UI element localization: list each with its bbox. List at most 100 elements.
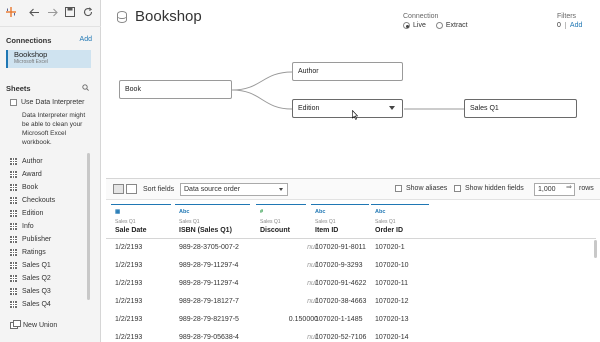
number-icon[interactable]: #	[260, 209, 310, 216]
table-icon	[10, 184, 17, 191]
table-icon	[10, 210, 17, 217]
column-header-item-id[interactable]: Abc Sales Q1 Item ID	[315, 202, 373, 238]
column-name: Order ID	[375, 227, 404, 234]
sheet-item-label: Info	[22, 223, 34, 230]
column-source: Sales Q1	[260, 219, 281, 225]
sheet-item[interactable]: Edition	[10, 207, 90, 220]
join-lines	[231, 71, 464, 110]
column-name: Sale Date	[115, 227, 147, 234]
table-cell: 107020-91-8011	[315, 244, 366, 251]
sheet-item[interactable]: Sales Q4	[10, 298, 90, 311]
column-header-sale-date[interactable]: ▦ Sales Q1 Sale Date	[115, 202, 175, 238]
new-union-item[interactable]: New Union	[10, 320, 58, 329]
rows-value: 1,000	[538, 186, 556, 193]
sheet-item[interactable]: Info	[10, 220, 90, 233]
table-book-label: Book	[125, 86, 141, 93]
table-cell: 107020-9-3293	[315, 262, 363, 269]
grid-toolbar: Sort fields Data source order Show alias…	[106, 178, 600, 200]
sheet-item-label: Sales Q1	[22, 262, 51, 269]
table-cell: 1/2/2193	[115, 334, 143, 341]
table-cell: 107020-52-7106	[315, 334, 367, 341]
sheet-item-label: Edition	[22, 210, 44, 217]
sheet-item[interactable]: Sales Q3	[10, 285, 90, 298]
column-source: Sales Q1	[179, 219, 200, 225]
chevron-down-icon[interactable]	[389, 106, 395, 110]
rows-label: rows	[579, 185, 594, 192]
column-source: Sales Q1	[315, 219, 336, 225]
sheet-item[interactable]: Ratings	[10, 246, 90, 259]
sheet-item[interactable]: Publisher	[10, 233, 90, 246]
table-sales-q1[interactable]: Sales Q1	[464, 99, 577, 118]
table-icon	[10, 262, 17, 269]
show-aliases-checkbox[interactable]: Show aliases	[395, 185, 447, 192]
table-sales-q1-label: Sales Q1	[470, 105, 499, 112]
table-cell: 107020-13	[375, 316, 409, 323]
grid-scrollbar[interactable]	[594, 240, 597, 258]
table-cell: 989-28-79-82197-5	[179, 316, 239, 323]
column-header-isbn[interactable]: Abc Sales Q1 ISBN (Sales Q1)	[179, 202, 254, 238]
table-icon	[10, 301, 17, 308]
arrow-right-icon[interactable]: ⇒	[566, 183, 572, 191]
column-header-order-id[interactable]: Abc Sales Q1 Order ID	[375, 202, 433, 238]
grid-view-icon[interactable]	[113, 184, 124, 194]
table-edition[interactable]: Edition	[292, 99, 403, 118]
union-icon	[10, 320, 21, 329]
table-cell: 1/2/2193	[115, 280, 143, 287]
column-header-discount[interactable]: # Sales Q1 Discount	[260, 202, 310, 238]
table-cell: null	[307, 280, 318, 287]
table-cell: null	[307, 298, 318, 305]
sheet-item-label: Checkouts	[22, 197, 56, 204]
column-source: Sales Q1	[375, 219, 396, 225]
table-cell: 107020-1-1485	[315, 316, 363, 323]
column-name: Discount	[260, 227, 290, 234]
table-book[interactable]: Book	[119, 80, 232, 99]
table-cell: null	[307, 244, 318, 251]
checkbox-icon	[454, 185, 461, 192]
table-cell: 0.150000	[288, 316, 318, 323]
sheet-item[interactable]: Checkouts	[10, 194, 90, 207]
table-cell: 1/2/2193	[115, 244, 143, 251]
table-cell: 107020-10	[375, 262, 409, 269]
table-cell: 107020-12	[375, 298, 409, 305]
sort-fields-select[interactable]: Data source order	[180, 183, 288, 196]
sheet-item-label: Sales Q3	[22, 288, 51, 295]
table-icon	[10, 223, 17, 230]
column-name: ISBN (Sales Q1)	[179, 227, 232, 234]
sheet-item-label: Book	[22, 184, 38, 191]
table-cell: 107020-11	[375, 280, 408, 287]
column-name: Item ID	[315, 227, 339, 234]
chevron-down-icon	[279, 188, 283, 191]
table-author-label: Author	[298, 68, 319, 75]
table-cell: 107020-1	[375, 244, 405, 251]
table-cell: 989-28-79-05638-4	[179, 334, 239, 341]
table-cell: 989-28-79-18127-7	[179, 298, 239, 305]
mouse-cursor-icon	[352, 110, 358, 120]
sheet-item-label: Publisher	[22, 236, 52, 243]
table-cell: 989-28-3705-007-2	[179, 244, 239, 251]
table-cell: 107020-91-4622	[315, 280, 367, 287]
string-icon[interactable]: Abc	[375, 209, 433, 216]
sheet-item[interactable]: Book	[10, 181, 90, 194]
sort-fields-label: Sort fields	[143, 186, 175, 193]
list-view-icon[interactable]	[126, 184, 137, 194]
table-author[interactable]: Author	[292, 62, 403, 81]
table-icon	[10, 288, 17, 295]
sheet-item-label: Sales Q2	[22, 275, 51, 282]
table-cell: 107020-14	[375, 334, 409, 341]
table-cell: 1/2/2193	[115, 262, 143, 269]
string-icon[interactable]: Abc	[179, 209, 254, 216]
sheet-item-label: Sales Q4	[22, 301, 51, 308]
new-union-label: New Union	[23, 322, 58, 329]
table-icon	[10, 275, 17, 282]
checkbox-icon	[395, 185, 402, 192]
table-cell: 107020-38-4663	[315, 298, 367, 305]
string-icon[interactable]: Abc	[315, 209, 373, 216]
sheet-item[interactable]: Sales Q1	[10, 259, 90, 272]
sheet-item[interactable]: Sales Q2	[10, 272, 90, 285]
show-hidden-fields-checkbox[interactable]: Show hidden fields	[454, 185, 524, 192]
table-cell: 1/2/2193	[115, 316, 143, 323]
date-icon[interactable]: ▦	[115, 209, 175, 216]
column-source: Sales Q1	[115, 219, 136, 225]
table-cell: 1/2/2193	[115, 298, 143, 305]
table-icon	[10, 197, 17, 204]
